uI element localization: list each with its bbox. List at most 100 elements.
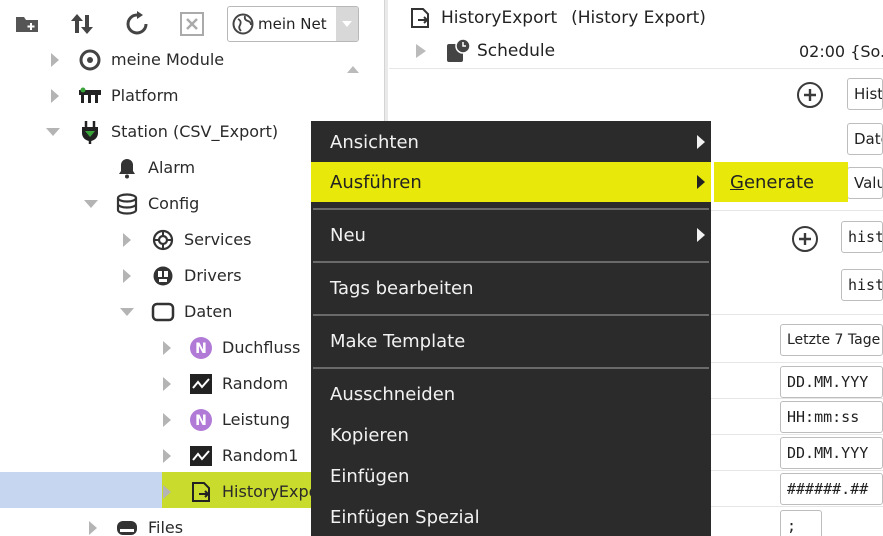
delimiter-field[interactable]: ; — [780, 510, 822, 536]
time-format-field[interactable]: HH:mm:ss — [780, 401, 883, 433]
chevron-right-icon[interactable] — [160, 413, 174, 427]
submenu-arrow-icon — [697, 135, 705, 149]
bell-icon — [115, 156, 139, 180]
schedule-row[interactable]: Schedule 02:00 {So. M — [409, 36, 883, 66]
chevron-right-icon[interactable] — [160, 449, 174, 463]
menu-item-kopieren[interactable]: Kopieren — [311, 415, 711, 455]
chevron-right-icon[interactable] — [48, 89, 62, 103]
schedule-icon — [447, 38, 471, 62]
database-icon — [115, 192, 139, 216]
chevron-down-icon — [336, 7, 358, 41]
add-button[interactable] — [797, 82, 823, 108]
component-name: HistoryExport — [441, 8, 558, 28]
submenu-arrow-icon — [697, 228, 705, 242]
tree-item-label: Alarm — [148, 158, 196, 177]
time-range-select[interactable]: Letzte 7 Tage — [780, 324, 883, 356]
menu-item-label: Einfügen Spezial — [330, 506, 480, 528]
menu-item-ansichten[interactable]: Ansichten — [311, 122, 711, 162]
add-button[interactable] — [792, 226, 818, 252]
menu-item-einfuegen-spezial[interactable]: Einfügen Spezial — [311, 497, 711, 536]
history-field-1[interactable]: hist — [841, 221, 883, 253]
refresh-icon — [126, 11, 148, 35]
tree-item-label: meine Module — [111, 50, 225, 69]
component-type: (History Export) — [571, 8, 706, 28]
tree-item[interactable]: Platform — [0, 78, 370, 114]
chart-icon — [189, 444, 213, 468]
tree-item-label: Station (CSV_Export) — [111, 122, 279, 141]
menu-item-label: Einfügen — [330, 465, 410, 487]
history-field-2[interactable]: hist — [841, 269, 883, 301]
menu-item-label: Ausschneiden — [330, 383, 456, 405]
export-icon — [189, 480, 213, 504]
menu-item-ausfuehren[interactable]: Ausführen — [311, 162, 711, 202]
sort-button[interactable] — [66, 8, 98, 40]
tree-item-label: Platform — [111, 86, 179, 105]
tree-item-label: Daten — [184, 302, 233, 321]
drivers-icon — [151, 264, 175, 288]
chevron-right-icon[interactable] — [415, 44, 427, 58]
column-field-1[interactable]: Hist — [847, 78, 883, 110]
date-format-field[interactable]: DD.MM.YYY — [780, 366, 883, 398]
drive-icon — [115, 516, 139, 536]
tree-item-label: HistoryExpo — [222, 482, 319, 501]
column-field-3[interactable]: Valu — [847, 167, 883, 199]
property-sheet-header: HistoryExport (History Export) — [409, 4, 706, 32]
submenu-item-generate[interactable]: Generate — [714, 162, 848, 202]
menu-item-make-template[interactable]: Make Template — [311, 321, 711, 361]
schedule-value: 02:00 {So. M — [799, 41, 883, 61]
menu-separator — [313, 314, 709, 316]
menu-separator — [313, 208, 709, 210]
refresh-button[interactable] — [121, 8, 153, 40]
tree-item-label: Random1 — [222, 446, 299, 465]
chevron-right-icon[interactable] — [86, 521, 100, 535]
chevron-right-icon[interactable] — [160, 341, 174, 355]
new-folder-button[interactable] — [12, 8, 44, 40]
folder-icon — [151, 300, 175, 324]
new-folder-icon — [16, 17, 38, 32]
chevron-down-icon[interactable] — [120, 305, 134, 319]
close-button[interactable] — [176, 8, 208, 40]
column-field-2[interactable]: Date — [847, 123, 883, 155]
chart-icon — [189, 372, 213, 396]
menu-item-label: Kopieren — [330, 424, 409, 446]
tree-item-label: Files — [148, 518, 184, 536]
context-menu: Ansichten Ausführen Neu Tags bearbeiten … — [311, 121, 711, 536]
tree-item[interactable]: meine Module — [0, 42, 370, 78]
menu-separator — [313, 367, 709, 369]
chevron-right-icon[interactable] — [160, 485, 174, 499]
globe-icon — [228, 13, 258, 35]
export-icon — [411, 8, 429, 28]
modules-icon — [78, 48, 102, 72]
chevron-right-icon[interactable] — [120, 233, 134, 247]
menu-item-label: Neu — [330, 224, 366, 246]
menu-item-ausschneiden[interactable]: Ausschneiden — [311, 374, 711, 414]
divider — [389, 68, 883, 69]
chevron-right-icon[interactable] — [48, 53, 62, 67]
accelerator-key: G — [730, 171, 744, 193]
network-select[interactable]: mein Net — [227, 6, 359, 42]
menu-separator — [313, 261, 709, 263]
numeric-point-icon: N — [189, 408, 213, 432]
number-format-field[interactable]: ######.## — [780, 473, 883, 505]
tree-item-label: Duchfluss — [222, 338, 301, 357]
submenu-item-label: enerate — [743, 171, 815, 193]
svg-text:N: N — [195, 413, 207, 429]
chevron-down-icon[interactable] — [46, 125, 60, 139]
scroll-up-arrow-icon[interactable] — [345, 60, 361, 73]
services-icon — [151, 228, 175, 252]
svg-text:N: N — [195, 341, 207, 357]
chevron-right-icon[interactable] — [160, 377, 174, 391]
tree-item-label: Drivers — [184, 266, 242, 285]
menu-item-neu[interactable]: Neu — [311, 215, 711, 255]
platform-icon — [78, 84, 102, 108]
chevron-right-icon[interactable] — [120, 269, 134, 283]
chevron-down-icon[interactable] — [84, 197, 98, 211]
menu-item-einfuegen[interactable]: Einfügen — [311, 456, 711, 496]
tree-item-label: Services — [184, 230, 252, 249]
close-box-icon — [180, 12, 204, 36]
submenu-arrow-icon — [697, 175, 705, 189]
sort-arrows-icon — [71, 14, 93, 34]
menu-item-label: Make Template — [330, 330, 466, 352]
date-format-field-2[interactable]: DD.MM.YYY — [780, 437, 883, 469]
menu-item-tags-bearbeiten[interactable]: Tags bearbeiten — [311, 268, 711, 308]
